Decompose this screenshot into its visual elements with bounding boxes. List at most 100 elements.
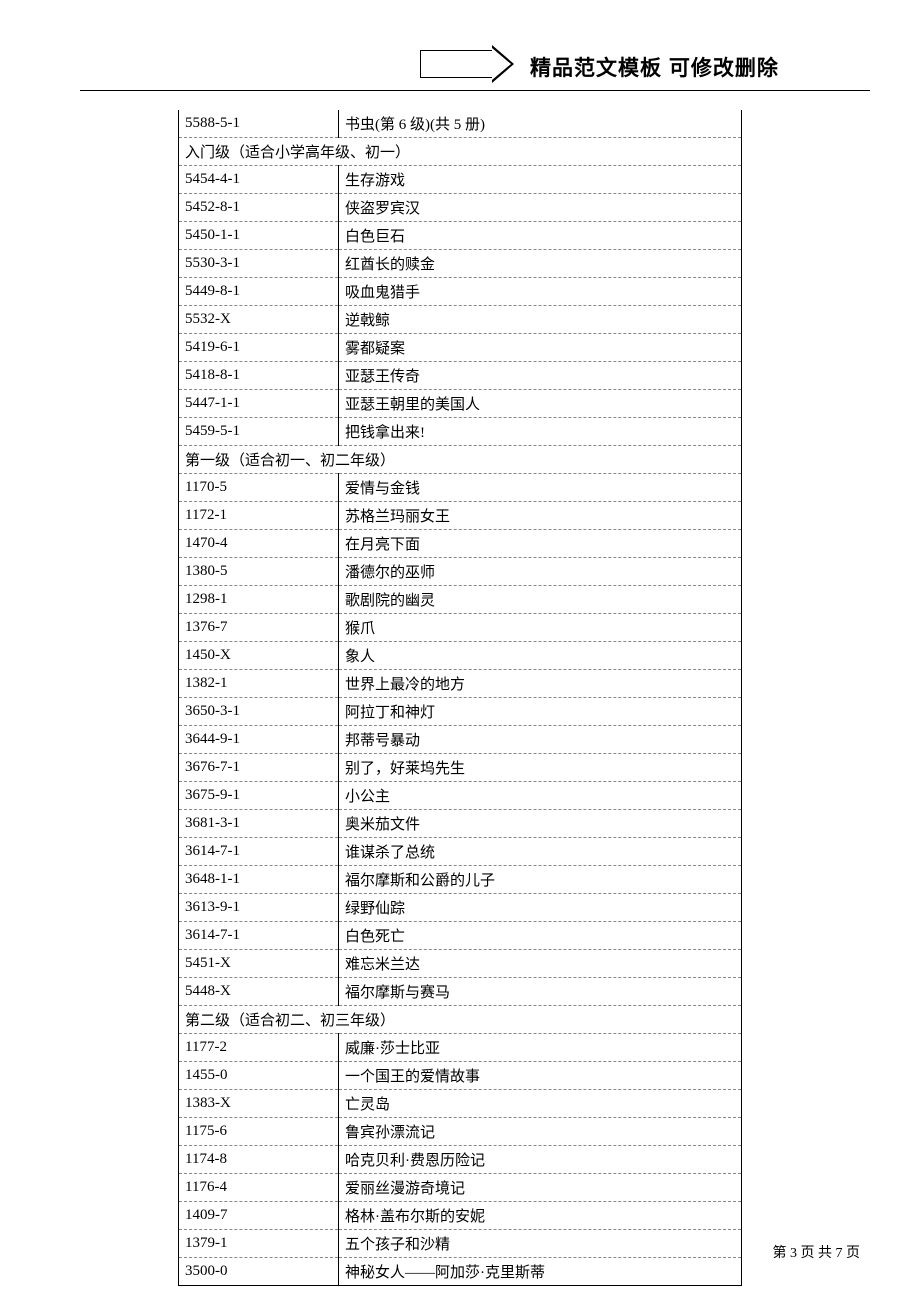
table-row: 5451-X难忘米兰达 [179, 950, 742, 978]
book-code: 3614-7-1 [179, 922, 339, 950]
table-row: 5588-5-1书虫(第 6 级)(共 5 册) [179, 110, 742, 138]
table-row: 1172-1苏格兰玛丽女王 [179, 502, 742, 530]
book-code: 1470-4 [179, 530, 339, 558]
book-code: 1175-6 [179, 1118, 339, 1146]
table-row: 3681-3-1奥米茄文件 [179, 810, 742, 838]
book-title: 爱情与金钱 [339, 474, 742, 502]
table-row: 1380-5潘德尔的巫师 [179, 558, 742, 586]
footer-prefix: 第 [773, 1246, 787, 1261]
book-code: 5419-6-1 [179, 334, 339, 362]
book-title: 难忘米兰达 [339, 950, 742, 978]
table-row: 3500-0神秘女人——阿加莎·克里斯蒂 [179, 1258, 742, 1286]
book-code: 5532-X [179, 306, 339, 334]
table-row: 1383-X亡灵岛 [179, 1090, 742, 1118]
table-row: 5449-8-1吸血鬼猎手 [179, 278, 742, 306]
table-row: 1379-1五个孩子和沙精 [179, 1230, 742, 1258]
table-row: 5454-4-1生存游戏 [179, 166, 742, 194]
book-title: 白色巨石 [339, 222, 742, 250]
book-title: 哈克贝利·费恩历险记 [339, 1146, 742, 1174]
book-title: 生存游戏 [339, 166, 742, 194]
book-title: 亚瑟王朝里的美国人 [339, 390, 742, 418]
book-title: 格林·盖布尔斯的安妮 [339, 1202, 742, 1230]
book-title: 雾都疑案 [339, 334, 742, 362]
book-code: 1170-5 [179, 474, 339, 502]
table-row: 1382-1世界上最冷的地方 [179, 670, 742, 698]
book-code: 5451-X [179, 950, 339, 978]
book-title: 小公主 [339, 782, 742, 810]
book-title: 侠盗罗宾汉 [339, 194, 742, 222]
arrow-decoration-head [492, 45, 514, 83]
book-title: 绿野仙踪 [339, 894, 742, 922]
table-row: 5530-3-1红酋长的赎金 [179, 250, 742, 278]
book-code: 3650-3-1 [179, 698, 339, 726]
book-code: 3681-3-1 [179, 810, 339, 838]
book-table: 5588-5-1书虫(第 6 级)(共 5 册)入门级（适合小学高年级、初一）5… [178, 110, 742, 1286]
book-title: 别了，好莱坞先生 [339, 754, 742, 782]
table-row: 1175-6鲁宾孙漂流记 [179, 1118, 742, 1146]
section-header: 入门级（适合小学高年级、初一） [179, 138, 742, 166]
book-code: 1174-8 [179, 1146, 339, 1174]
table-row: 3614-7-1谁谋杀了总统 [179, 838, 742, 866]
book-title: 邦蒂号暴动 [339, 726, 742, 754]
book-title: 鲁宾孙漂流记 [339, 1118, 742, 1146]
table-row: 1174-8哈克贝利·费恩历险记 [179, 1146, 742, 1174]
header-title: 精品范文模板 可修改删除 [530, 52, 779, 82]
book-code: 5448-X [179, 978, 339, 1006]
table-row: 5452-8-1侠盗罗宾汉 [179, 194, 742, 222]
book-title: 白色死亡 [339, 922, 742, 950]
book-title: 奥米茄文件 [339, 810, 742, 838]
footer-mid: 页 共 [801, 1246, 833, 1261]
book-title: 在月亮下面 [339, 530, 742, 558]
book-code: 1177-2 [179, 1034, 339, 1062]
book-code: 5530-3-1 [179, 250, 339, 278]
table-row: 3650-3-1阿拉丁和神灯 [179, 698, 742, 726]
table-row: 5418-8-1亚瑟王传奇 [179, 362, 742, 390]
table-row: 1177-2威廉·莎士比亚 [179, 1034, 742, 1062]
book-code: 1376-7 [179, 614, 339, 642]
book-title: 象人 [339, 642, 742, 670]
table-row: 1455-0一个国王的爱情故事 [179, 1062, 742, 1090]
book-code: 3500-0 [179, 1258, 339, 1286]
book-code: 5588-5-1 [179, 110, 339, 138]
footer-page-total: 7 [836, 1246, 843, 1261]
book-code: 3644-9-1 [179, 726, 339, 754]
footer-page-current: 3 [790, 1246, 797, 1261]
book-code: 1380-5 [179, 558, 339, 586]
book-title: 猴爪 [339, 614, 742, 642]
book-title: 书虫(第 6 级)(共 5 册) [339, 110, 742, 138]
book-title: 爱丽丝漫游奇境记 [339, 1174, 742, 1202]
table-row: 1376-7猴爪 [179, 614, 742, 642]
table-row: 5450-1-1白色巨石 [179, 222, 742, 250]
book-title: 逆戟鲸 [339, 306, 742, 334]
book-code: 5418-8-1 [179, 362, 339, 390]
table-row: 3648-1-1福尔摩斯和公爵的儿子 [179, 866, 742, 894]
book-code: 1409-7 [179, 1202, 339, 1230]
section-header: 第一级（适合初一、初二年级） [179, 446, 742, 474]
table-row: 5447-1-1亚瑟王朝里的美国人 [179, 390, 742, 418]
table-row: 5532-X逆戟鲸 [179, 306, 742, 334]
arrow-decoration-box [420, 50, 492, 78]
book-code: 3613-9-1 [179, 894, 339, 922]
book-code: 3614-7-1 [179, 838, 339, 866]
book-title: 歌剧院的幽灵 [339, 586, 742, 614]
book-code: 1383-X [179, 1090, 339, 1118]
book-code: 1455-0 [179, 1062, 339, 1090]
book-table-wrap: 5588-5-1书虫(第 6 级)(共 5 册)入门级（适合小学高年级、初一）5… [178, 110, 742, 1286]
section-header: 第二级（适合初二、初三年级） [179, 1006, 742, 1034]
book-title: 阿拉丁和神灯 [339, 698, 742, 726]
book-code: 3648-1-1 [179, 866, 339, 894]
book-code: 5452-8-1 [179, 194, 339, 222]
book-code: 1298-1 [179, 586, 339, 614]
book-title: 谁谋杀了总统 [339, 838, 742, 866]
book-title: 亡灵岛 [339, 1090, 742, 1118]
book-title: 亚瑟王传奇 [339, 362, 742, 390]
book-title: 把钱拿出来! [339, 418, 742, 446]
book-code: 1176-4 [179, 1174, 339, 1202]
table-row: 1298-1歌剧院的幽灵 [179, 586, 742, 614]
book-code: 5449-8-1 [179, 278, 339, 306]
book-title: 福尔摩斯和公爵的儿子 [339, 866, 742, 894]
table-row: 入门级（适合小学高年级、初一） [179, 138, 742, 166]
book-code: 5454-4-1 [179, 166, 339, 194]
book-code: 1172-1 [179, 502, 339, 530]
book-title: 福尔摩斯与赛马 [339, 978, 742, 1006]
